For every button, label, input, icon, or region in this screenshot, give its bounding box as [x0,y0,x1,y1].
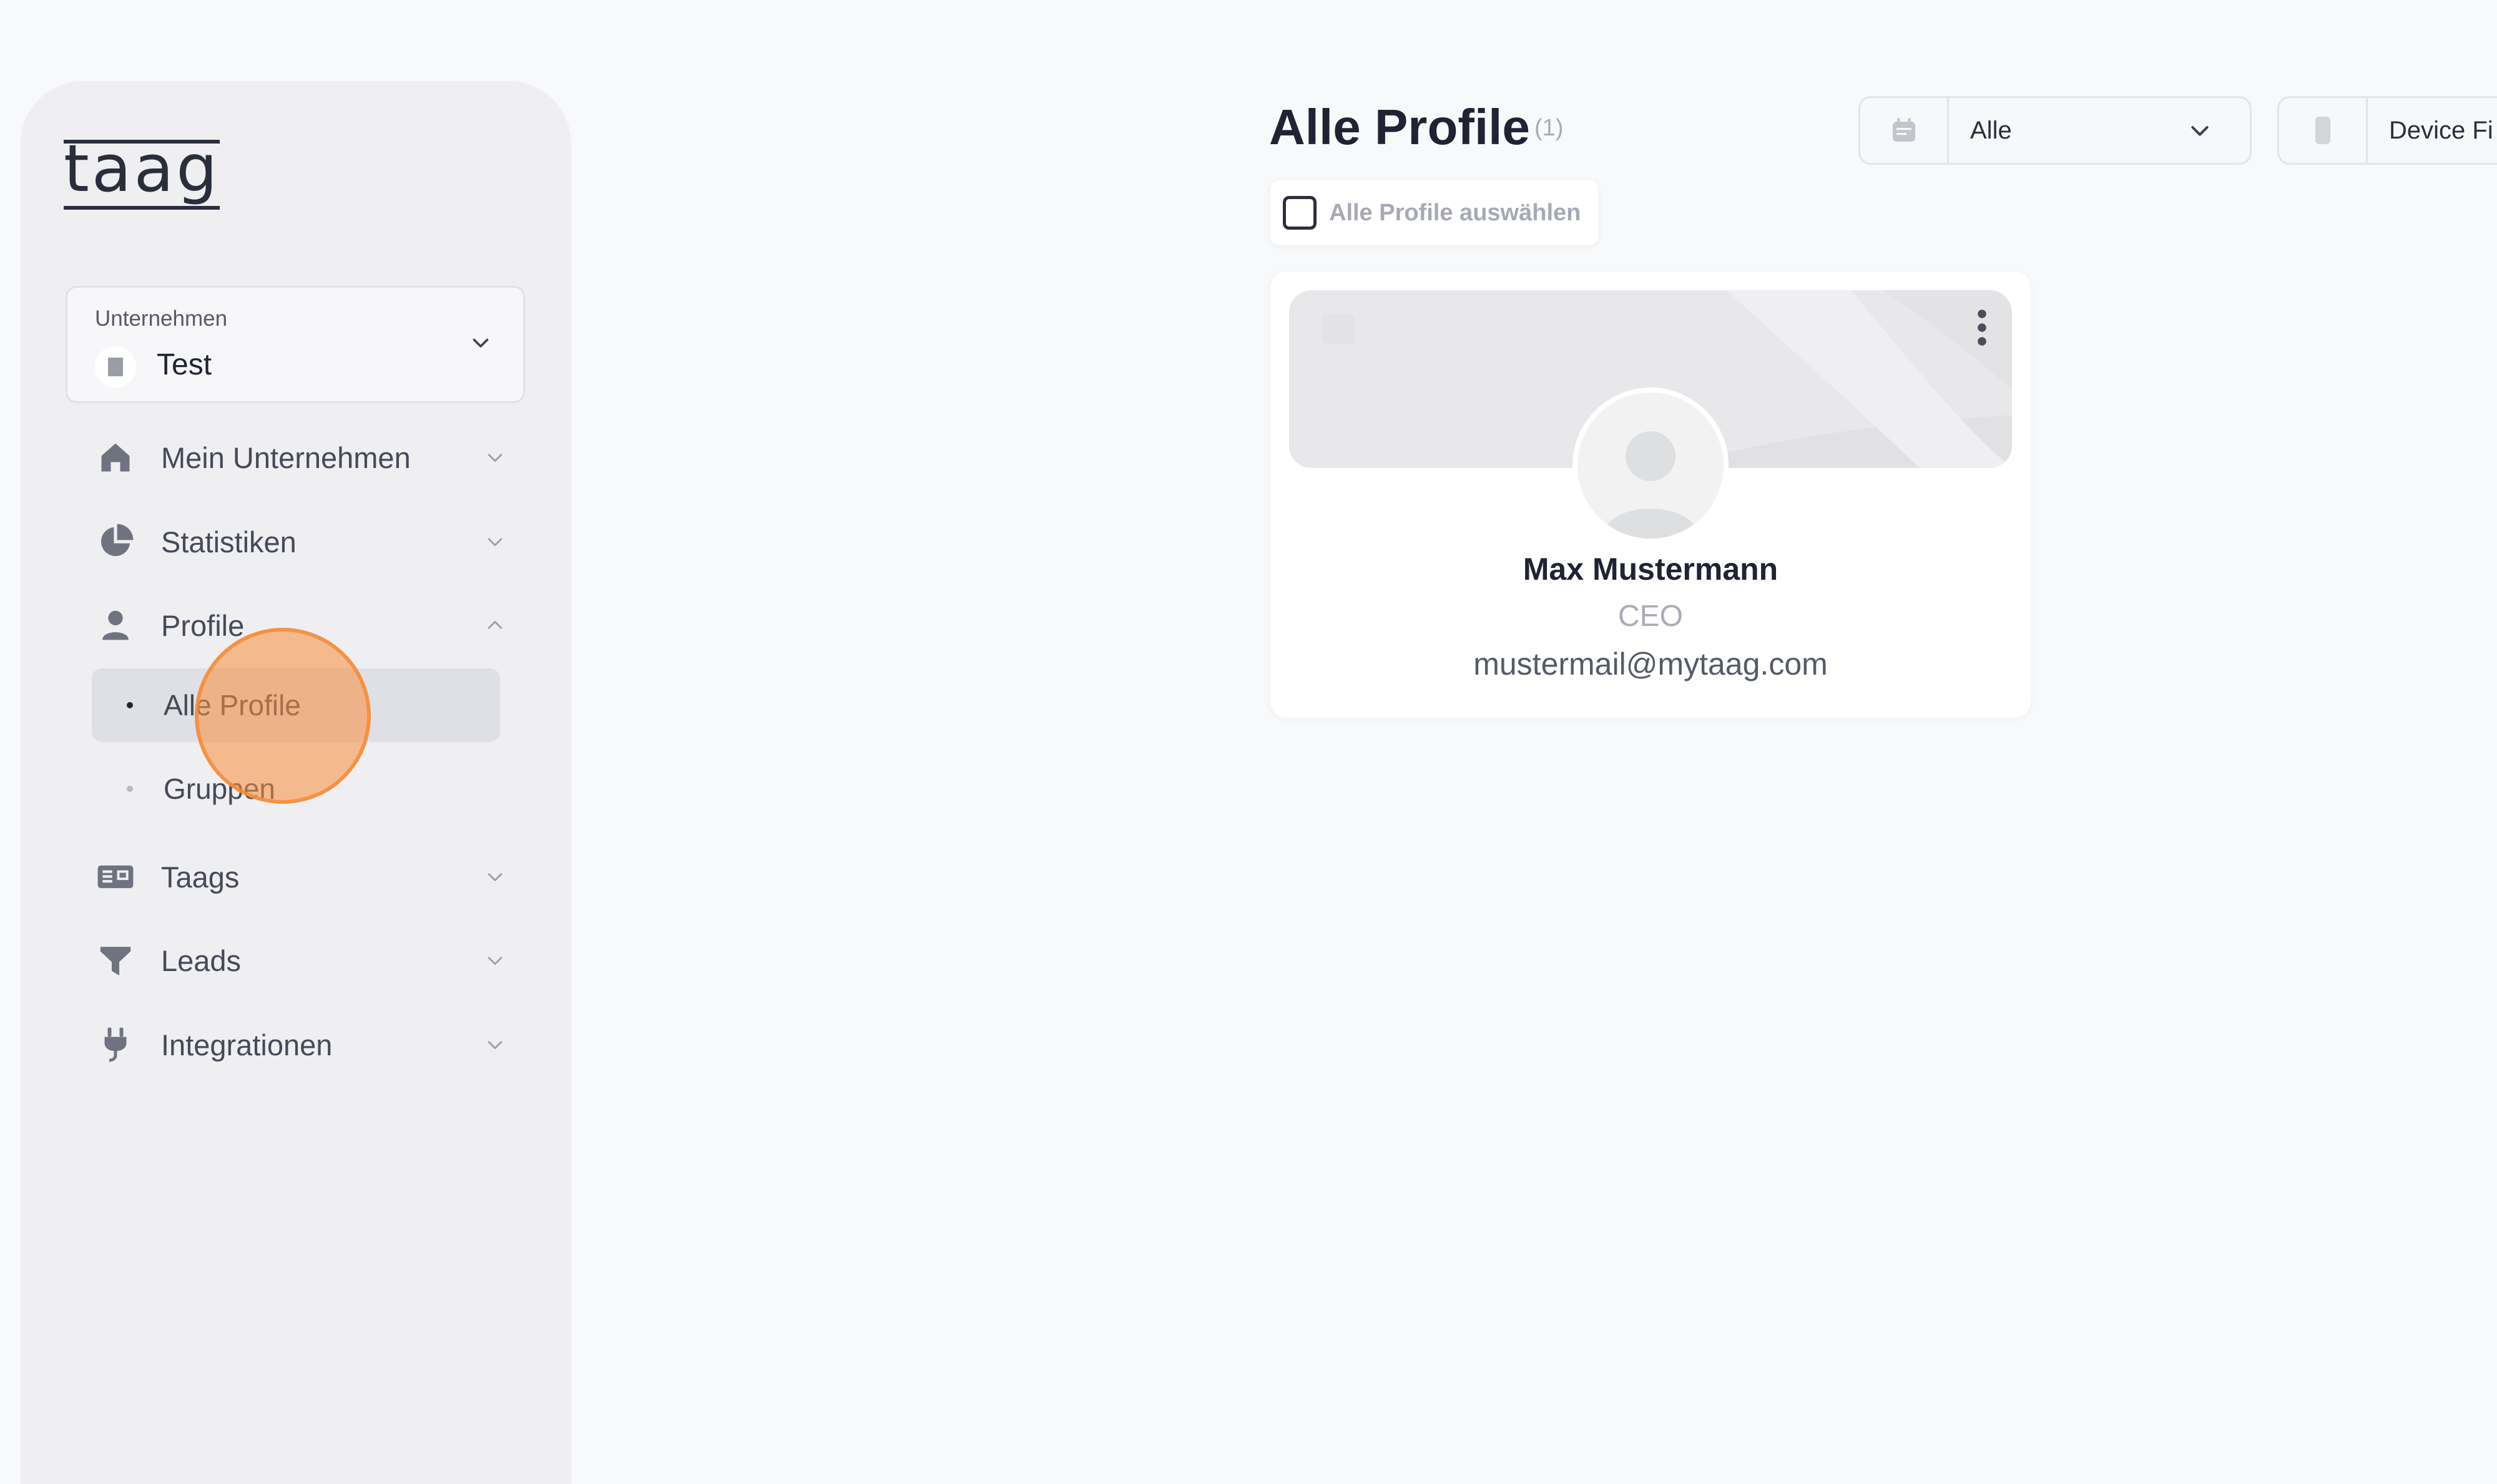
sidebar-item-mein-unternehmen[interactable]: Mein Unternehmen [94,426,506,489]
sidebar-item-label: Taags [161,860,240,894]
sidebar-item-label: Statistiken [161,525,297,559]
more-options-icon[interactable] [1976,309,1988,346]
chevron-down-icon [2191,126,2209,136]
pie-chart-icon [94,520,137,564]
profile-count: (1) [1534,115,1564,141]
calendar-icon [1860,98,1949,163]
click-indicator [195,628,371,804]
sidebar-item-statistiken[interactable]: Statistiken [94,510,506,573]
company-selector[interactable]: Unternehmen Test [66,286,525,403]
profile-name: Max Mustermann [1523,552,1778,587]
taag-logo[interactable]: taag [64,136,220,210]
date-filter-select[interactable]: Alle [1858,96,2252,165]
profile-role: CEO [1617,600,1683,633]
bullet [127,702,133,708]
sidebar-item-taags[interactable]: Taags [94,846,506,908]
select-all-checkbox[interactable]: Alle Profile auswählen [1270,180,1598,245]
device-filter-select[interactable]: Device Fi [2277,96,2497,165]
chevron-down-icon [488,957,503,965]
checkbox[interactable] [1283,196,1317,230]
chevron-down-icon [488,538,503,547]
chevron-up-icon [488,620,503,629]
avatar [1572,388,1729,544]
sidebar-item-label: Integrationen [161,1028,333,1062]
sidebar-item-label: Leads [161,944,242,977]
user-icon [94,603,137,647]
profile-card[interactable]: Max Mustermann CEO mustermail@mytaag.com [1270,271,2031,718]
card-icon [94,855,137,899]
home-icon [94,436,137,479]
plug-icon [94,1023,137,1067]
company-selector-label: Unternehmen [95,306,228,331]
building-icon [95,346,136,388]
page-title: Alle Profile [1269,99,1530,155]
filter-icon [94,939,137,982]
chevron-down-icon [488,1041,503,1050]
device-filter-value: Device Fi [2389,116,2493,144]
bullet [127,786,133,792]
sidebar-item-label: Mein Unternehmen [161,441,411,474]
profile-email: mustermail@mytaag.com [1473,647,1828,681]
sidebar-item-leads[interactable]: Leads [94,929,506,992]
chevron-down-icon [488,873,503,882]
device-icon [2279,98,2368,163]
chevron-down-icon [473,338,489,348]
sidebar-item-integrationen[interactable]: Integrationen [94,1013,506,1076]
chevron-down-icon [488,454,503,462]
date-filter-value: Alle [1970,116,2012,144]
company-name: Test [157,348,212,381]
select-all-label: Alle Profile auswählen [1329,199,1581,226]
